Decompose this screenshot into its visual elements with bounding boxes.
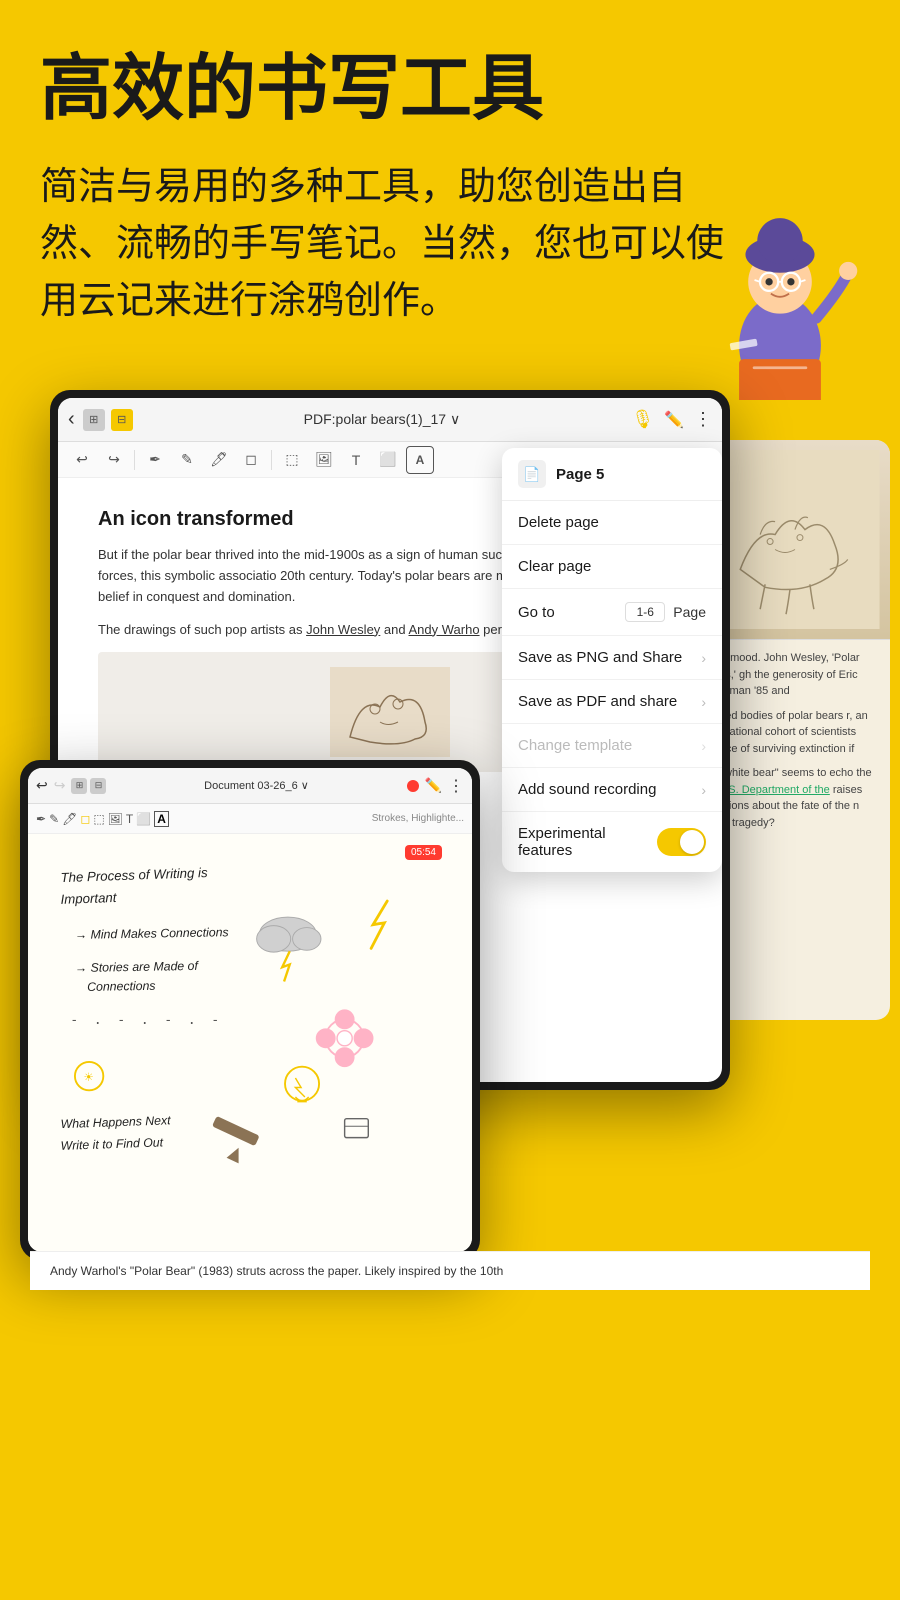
bottom-strip: Andy Warhol's "Polar Bear" (1983) struts… [30,1251,870,1290]
pencil-tool[interactable]: ✎ [173,446,201,474]
small-tablet-screen: ↩ ↪ ⊞ ⊟ Document 03-26_6 ∨ ✏️ ⋮ ✒ ✎ 🖊 ◻ … [28,768,472,1252]
toggle-knob [680,830,704,854]
toolbar-icons: ⊞ ⊟ [83,409,133,431]
pen-tool[interactable]: ✒ [141,446,169,474]
bottom-strip-text: Andy Warhol's "Polar Bear" (1983) struts… [50,1264,503,1278]
change-template-item[interactable]: Change template › [502,724,722,768]
shape-tool[interactable]: ⬜ [374,446,402,474]
svg-text:Write it to Find Out: Write it to Find Out [60,1136,164,1154]
chevron-right-icon-3: › [701,738,706,754]
small-bookmark-icon[interactable]: ⊟ [90,778,106,794]
doc-title-bar: PDF:polar bears(1)_17 ∨ [141,411,624,428]
small-pencil-icon[interactable]: ✏️ [425,777,442,794]
small-more-icon[interactable]: ⋮ [448,776,464,796]
small-tablet: ↩ ↪ ⊞ ⊟ Document 03-26_6 ∨ ✏️ ⋮ ✒ ✎ 🖊 ◻ … [20,760,480,1260]
clear-page-item[interactable]: Clear page [502,545,722,589]
handwriting-area: The Process of Writing is Important → Mi… [28,834,472,1252]
save-png-item[interactable]: Save as PNG and Share › [502,636,722,680]
save-png-label: Save as PNG and Share [518,649,682,666]
menu-page-title: Page 5 [556,466,604,483]
back-button[interactable]: ‹ [68,408,75,431]
experimental-features-label: Experimental features [518,825,657,859]
small-doc-title: Document 03-26_6 ∨ [112,779,400,792]
goto-page-suffix: Page [673,604,706,620]
svg-text:The Process of Writing is: The Process of Writing is [60,865,208,885]
page-title: 高效的书写工具 [40,50,860,129]
bookmark-icon[interactable]: ⊟ [111,409,133,431]
menu-page-icon: 📄 [518,460,546,488]
redo-button[interactable]: ↪ [100,446,128,474]
character-svg [680,200,880,400]
text-box-tool[interactable]: T [342,446,370,474]
add-sound-label: Add sound recording [518,781,656,798]
grid-icon[interactable]: ⊞ [83,409,105,431]
small-pencil-tool[interactable]: ✎ [49,812,59,826]
clear-page-label: Clear page [518,558,591,575]
svg-text:→ Mind Makes Connections: → Mind Makes Connections [75,925,229,942]
small-pen-tool[interactable]: ✒ [36,812,46,826]
small-eraser-tool[interactable]: ◻ [80,812,90,826]
goto-input[interactable] [625,602,665,622]
header-section: 高效的书写工具 简洁与易用的多种工具，助您创造出自然、流畅的手写笔记。当然，您也… [0,0,900,350]
image-tool[interactable]: 🖼 [310,446,338,474]
small-undo[interactable]: ↩ [36,777,48,794]
chevron-right-icon-2: › [701,694,706,710]
experimental-features-item[interactable]: Experimental features [502,812,722,872]
small-drawing-toolbar: ✒ ✎ 🖊 ◻ ⬚ 🖼 T ⬜ A Strokes, Highlighte... [28,804,472,834]
chevron-right-icon: › [701,650,706,666]
character-illustration [680,200,880,400]
toolbar-right: 🎙 ✏️ ⋮ [631,409,712,430]
bear-image-svg [330,667,450,757]
change-template-label: Change template [518,737,632,754]
chevron-right-icon-4: › [701,782,706,798]
font-tool[interactable]: A [406,446,434,474]
strokes-label: Strokes, Highlighte... [372,813,464,824]
handwriting-svg: The Process of Writing is Important → Mi… [48,849,452,1237]
delete-page-item[interactable]: Delete page [502,501,722,545]
goto-page-item[interactable]: Go to Page [502,589,722,636]
small-toolbar: ↩ ↪ ⊞ ⊟ Document 03-26_6 ∨ ✏️ ⋮ [28,768,472,804]
delete-page-label: Delete page [518,514,599,531]
svg-text:- . - . - . -: - . - . - . - [70,1013,223,1028]
svg-text:Connections: Connections [87,979,156,994]
save-pdf-label: Save as PDF and share [518,693,677,710]
page-subtitle: 简洁与易用的多种工具，助您创造出自然、流畅的手写笔记。当然，您也可以使用云记来进… [40,159,740,330]
small-shape-tool[interactable]: ⬜ [136,812,151,826]
timer-badge: 05:54 [405,845,442,860]
link-andy-warhol[interactable]: Andy Warho [409,622,480,637]
small-redo[interactable]: ↪ [54,777,66,794]
small-highlighter-tool[interactable]: 🖊 [62,812,77,826]
small-image-tool[interactable]: 🖼 [108,812,123,826]
dropdown-menu: 📄 Page 5 Delete page Clear page Go to Pa… [502,448,722,872]
add-sound-item[interactable]: Add sound recording › [502,768,722,812]
highlighter-tool[interactable]: 🖊 [205,446,233,474]
svg-text:What Happens Next: What Happens Next [60,1114,171,1132]
select-tool[interactable]: ⬚ [278,446,306,474]
small-text-tool[interactable]: T [126,812,133,826]
microphone-icon[interactable]: 🎙 [631,409,654,430]
footer-area [0,1290,900,1350]
pencil-icon[interactable]: ✏️ [664,410,684,430]
experimental-toggle[interactable] [657,828,706,856]
svg-text:Important: Important [60,890,118,907]
save-pdf-item[interactable]: Save as PDF and share › [502,680,722,724]
menu-header: 📄 Page 5 [502,448,722,501]
tablet-toolbar: ‹ ⊞ ⊟ PDF:polar bears(1)_17 ∨ 🎙 ✏️ ⋮ [58,398,722,442]
small-grid-icon[interactable]: ⊞ [71,778,87,794]
svg-text:→ Stories are Made of: → Stories are Made of [75,959,200,975]
eraser-tool[interactable]: ◻ [237,446,265,474]
separator-2 [271,450,272,470]
goto-controls: Page [625,602,706,622]
recording-indicator [407,780,419,792]
more-options-icon[interactable]: ⋮ [694,409,712,430]
svg-text:☀: ☀ [83,1072,93,1084]
tablet-area: ‹ ⊞ ⊟ PDF:polar bears(1)_17 ∨ 🎙 ✏️ ⋮ ↩ ↪… [0,390,900,1290]
goto-label: Go to [518,604,555,621]
link-john-wesley[interactable]: John Wesley [306,622,380,637]
small-select-tool[interactable]: ⬚ [93,812,104,826]
small-font-tool[interactable]: A [154,811,169,827]
separator-1 [134,450,135,470]
undo-button[interactable]: ↩ [68,446,96,474]
